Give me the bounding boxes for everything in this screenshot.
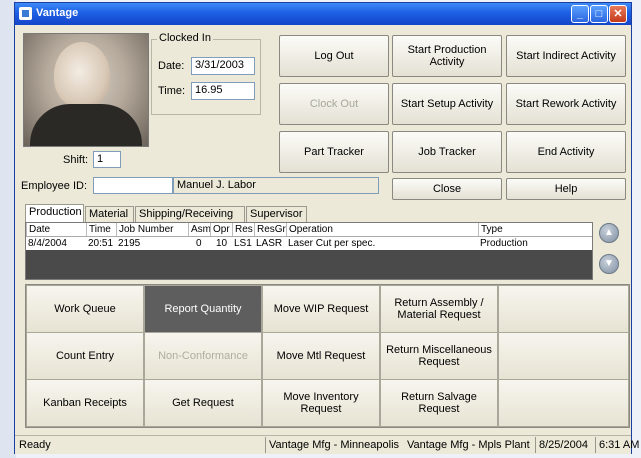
- tab-shipping-receiving[interactable]: Shipping/Receiving: [135, 206, 245, 222]
- row-type: Production: [480, 238, 528, 249]
- start-production-activity-button[interactable]: Start Production Activity: [392, 35, 502, 77]
- start-rework-activity-button[interactable]: Start Rework Activity: [506, 83, 626, 125]
- maximize-button[interactable]: □: [590, 5, 608, 23]
- status-bar: Ready Vantage Mfg - Minneapolis Vantage …: [15, 435, 639, 454]
- row-res: LS1: [234, 238, 252, 249]
- time-label: Time:: [158, 85, 186, 97]
- row-resgr: LASR: [256, 238, 283, 249]
- col-operation[interactable]: Operation: [286, 223, 481, 236]
- close-window-button[interactable]: ✕: [609, 5, 627, 23]
- start-indirect-activity-button[interactable]: Start Indirect Activity: [506, 35, 626, 77]
- photo-face: [54, 42, 110, 108]
- row-asm: 0: [196, 238, 202, 249]
- status-plant: Vantage Mfg - Mpls Plant: [407, 439, 530, 451]
- close-button[interactable]: Close: [392, 178, 502, 200]
- row-time: 20:51: [88, 238, 114, 249]
- non-conformance-button[interactable]: Non-Conformance: [144, 332, 262, 380]
- move-inventory-request-button[interactable]: Move Inventory Request: [262, 379, 380, 427]
- col-date[interactable]: Date: [26, 223, 89, 236]
- col-type[interactable]: Type: [478, 223, 595, 236]
- status-separator: [595, 437, 596, 453]
- shift-field[interactable]: 1: [93, 151, 121, 168]
- clock-out-button[interactable]: Clock Out: [279, 83, 389, 125]
- status-separator: [265, 437, 266, 453]
- status-company: Vantage Mfg - Minneapolis: [269, 439, 400, 451]
- log-out-button[interactable]: Log Out: [279, 35, 389, 77]
- vantage-app-icon: [19, 7, 32, 20]
- start-setup-activity-button[interactable]: Start Setup Activity: [392, 83, 502, 125]
- activity-grid: Date Time Job Number Asm Opr Res ResGr O…: [25, 222, 593, 280]
- work-queue-button[interactable]: Work Queue: [26, 285, 144, 333]
- status-time: 6:31 AM: [599, 439, 640, 451]
- empty-tile: [498, 379, 629, 427]
- return-miscellaneous-request-button[interactable]: Return Miscellaneous Request: [380, 332, 498, 380]
- help-button[interactable]: Help: [506, 178, 626, 200]
- job-tracker-button[interactable]: Job Tracker: [392, 131, 502, 173]
- employee-name-field: Manuel J. Labor: [173, 177, 379, 194]
- col-time[interactable]: Time: [86, 223, 119, 236]
- employee-id-field[interactable]: [93, 177, 173, 194]
- row-opr: 10: [216, 238, 228, 249]
- arrow-down-icon[interactable]: ▼: [599, 254, 619, 274]
- status-ready: Ready: [19, 439, 51, 451]
- count-entry-button[interactable]: Count Entry: [26, 332, 144, 380]
- status-date: 8/25/2004: [539, 439, 588, 451]
- employee-photo: [23, 33, 149, 147]
- get-request-button[interactable]: Get Request: [144, 379, 262, 427]
- grid-header: Date Time Job Number Asm Opr Res ResGr O…: [26, 223, 592, 237]
- tab-production[interactable]: Production: [25, 204, 84, 223]
- date-field[interactable]: 3/31/2003: [191, 57, 255, 75]
- end-activity-button[interactable]: End Activity: [506, 131, 626, 173]
- minimize-button[interactable]: _: [571, 5, 589, 23]
- date-label: Date:: [158, 60, 185, 72]
- return-assembly-material-request-button[interactable]: Return Assembly / Material Request: [380, 285, 498, 333]
- arrow-up-icon[interactable]: ▲: [599, 223, 619, 243]
- row-date: 8/4/2004: [28, 238, 67, 249]
- tab-supervisor[interactable]: Supervisor: [246, 206, 307, 222]
- part-tracker-button[interactable]: Part Tracker: [279, 131, 389, 173]
- return-salvage-request-button[interactable]: Return Salvage Request: [380, 379, 498, 427]
- move-wip-request-button[interactable]: Move WIP Request: [262, 285, 380, 333]
- table-row[interactable]: 8/4/2004 20:51 2195 0 10 LS1 LASR Laser …: [26, 237, 592, 250]
- photo-body: [30, 104, 142, 146]
- row-job-number: 2195: [118, 238, 141, 249]
- clocked-in-group: [151, 39, 261, 115]
- shift-label: Shift:: [63, 154, 89, 166]
- col-job-number[interactable]: Job Number: [116, 223, 191, 236]
- tab-material[interactable]: Material: [85, 206, 134, 222]
- empty-tile: [498, 285, 629, 333]
- status-separator: [535, 437, 536, 453]
- report-quantity-button[interactable]: Report Quantity: [144, 285, 262, 333]
- window-title: Vantage: [36, 7, 79, 19]
- clocked-in-label: Clocked In: [157, 32, 213, 44]
- title-bar[interactable]: Vantage _ □ ✕: [15, 3, 631, 25]
- empty-tile: [498, 332, 629, 380]
- function-tiles: Work Queue Report Quantity Move WIP Requ…: [25, 284, 630, 428]
- employee-id-label: Employee ID:: [21, 180, 88, 192]
- kanban-receipts-button[interactable]: Kanban Receipts: [26, 379, 144, 427]
- vantage-window: Vantage _ □ ✕ Clocked In Date: 3/31/2003…: [14, 2, 639, 454]
- move-mtl-request-button[interactable]: Move Mtl Request: [262, 332, 380, 380]
- time-field[interactable]: 16.95: [191, 82, 255, 100]
- col-resgr[interactable]: ResGr: [254, 223, 289, 236]
- row-operation: Laser Cut per spec.: [288, 238, 376, 249]
